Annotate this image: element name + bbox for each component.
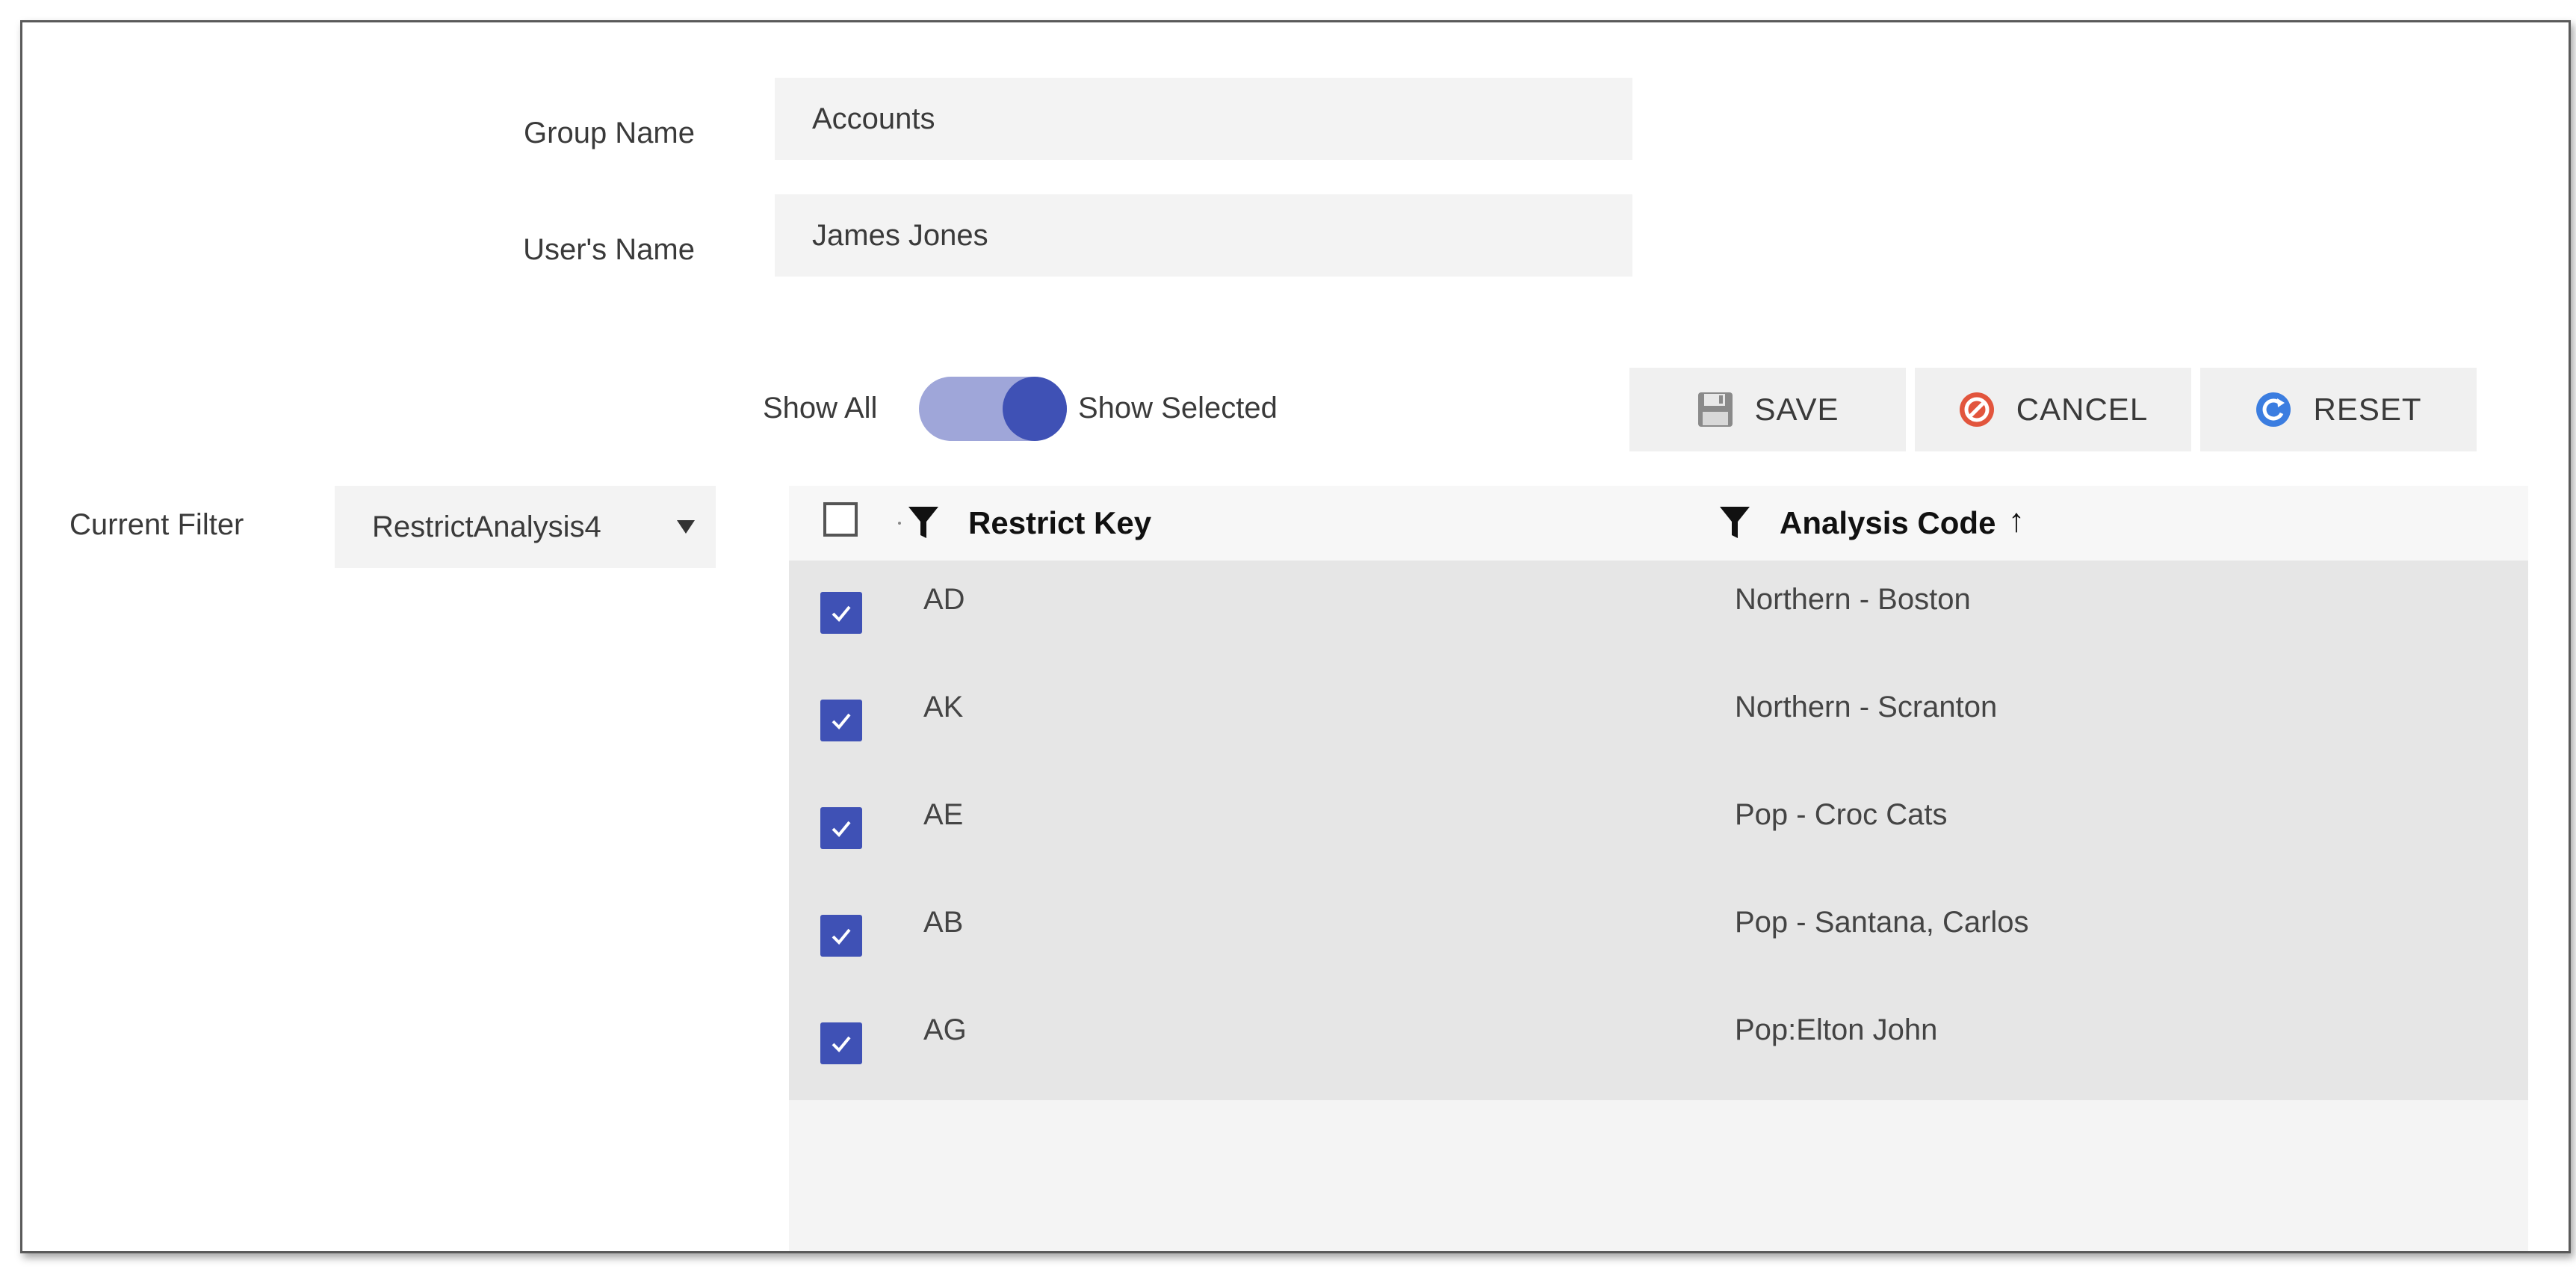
- reset-button-label: RESET: [2313, 392, 2422, 427]
- show-all-label: Show All: [763, 392, 878, 425]
- table-row[interactable]: AK Northern - Scranton: [789, 668, 2528, 776]
- save-button[interactable]: SAVE: [1629, 368, 1906, 451]
- group-name-label: Group Name: [524, 117, 695, 149]
- cell-restrict-key: AG: [923, 1013, 967, 1046]
- cell-restrict-key: AE: [923, 798, 964, 831]
- cancel-button-label: CANCEL: [2016, 392, 2149, 427]
- column-header-restrict-key[interactable]: Restrict Key: [968, 505, 1151, 541]
- users-name-label: User's Name: [523, 233, 695, 266]
- checkmark-icon: [832, 713, 851, 729]
- current-filter-select[interactable]: RestrictAnalysis4: [335, 486, 716, 568]
- table-row[interactable]: AD Northern - Boston: [789, 561, 2528, 668]
- checkmark-icon: [832, 928, 851, 945]
- table-row[interactable]: AG Pop:Elton John: [789, 991, 2528, 1099]
- column-header-analysis-code[interactable]: Analysis Code: [1780, 505, 1996, 541]
- reset-button[interactable]: RESET: [2200, 368, 2477, 451]
- app-window: Group Name Accounts User's Name James Jo…: [20, 20, 2571, 1253]
- table-row[interactable]: AE Pop - Croc Cats: [789, 776, 2528, 883]
- cell-analysis-code: Northern - Scranton: [1735, 691, 1998, 723]
- cell-analysis-code: Northern - Boston: [1735, 583, 1971, 616]
- sort-ascending-icon[interactable]: ↑: [2008, 502, 2025, 540]
- row-checkbox[interactable]: [820, 1022, 862, 1064]
- cancel-button[interactable]: CANCEL: [1915, 368, 2191, 451]
- filter-icon[interactable]: [908, 507, 938, 540]
- row-checkbox[interactable]: [820, 592, 862, 634]
- cell-analysis-code: Pop:Elton John: [1735, 1013, 1938, 1046]
- save-icon: [1697, 391, 1734, 428]
- checkmark-icon: [832, 821, 851, 837]
- select-all-checkbox[interactable]: [823, 502, 858, 537]
- checkmark-icon: [832, 605, 851, 622]
- cell-restrict-key: AD: [923, 583, 965, 616]
- save-button-label: SAVE: [1754, 392, 1839, 427]
- reset-icon: [2255, 391, 2292, 428]
- chevron-down-icon: [677, 520, 695, 534]
- row-checkbox[interactable]: [820, 915, 862, 957]
- show-selected-label: Show Selected: [1078, 392, 1278, 425]
- users-name-field[interactable]: James Jones: [775, 194, 1632, 277]
- show-selected-toggle[interactable]: [919, 377, 1067, 441]
- grid-header: Restrict Key Analysis Code ↑: [789, 486, 2528, 562]
- column-resize-handle[interactable]: [898, 522, 901, 525]
- restrict-grid: Restrict Key Analysis Code ↑ AD Northern…: [789, 486, 2528, 1251]
- cell-restrict-key: AB: [923, 906, 964, 939]
- checkmark-icon: [832, 1036, 851, 1052]
- toggle-knob: [1003, 377, 1067, 441]
- cell-analysis-code: Pop - Croc Cats: [1735, 798, 1948, 831]
- cell-analysis-code: Pop - Santana, Carlos: [1735, 906, 2029, 939]
- grid-body: AD Northern - Boston AK Northern - Scran…: [789, 561, 2528, 1100]
- filter-icon[interactable]: [1720, 507, 1750, 540]
- table-row[interactable]: AB Pop - Santana, Carlos: [789, 883, 2528, 991]
- group-name-field[interactable]: Accounts: [775, 78, 1632, 160]
- row-checkbox[interactable]: [820, 700, 862, 741]
- row-checkbox[interactable]: [820, 807, 862, 849]
- cancel-icon: [1958, 391, 1996, 428]
- current-filter-label: Current Filter: [69, 508, 244, 541]
- cell-restrict-key: AK: [923, 691, 964, 723]
- current-filter-value: RestrictAnalysis4: [372, 510, 601, 543]
